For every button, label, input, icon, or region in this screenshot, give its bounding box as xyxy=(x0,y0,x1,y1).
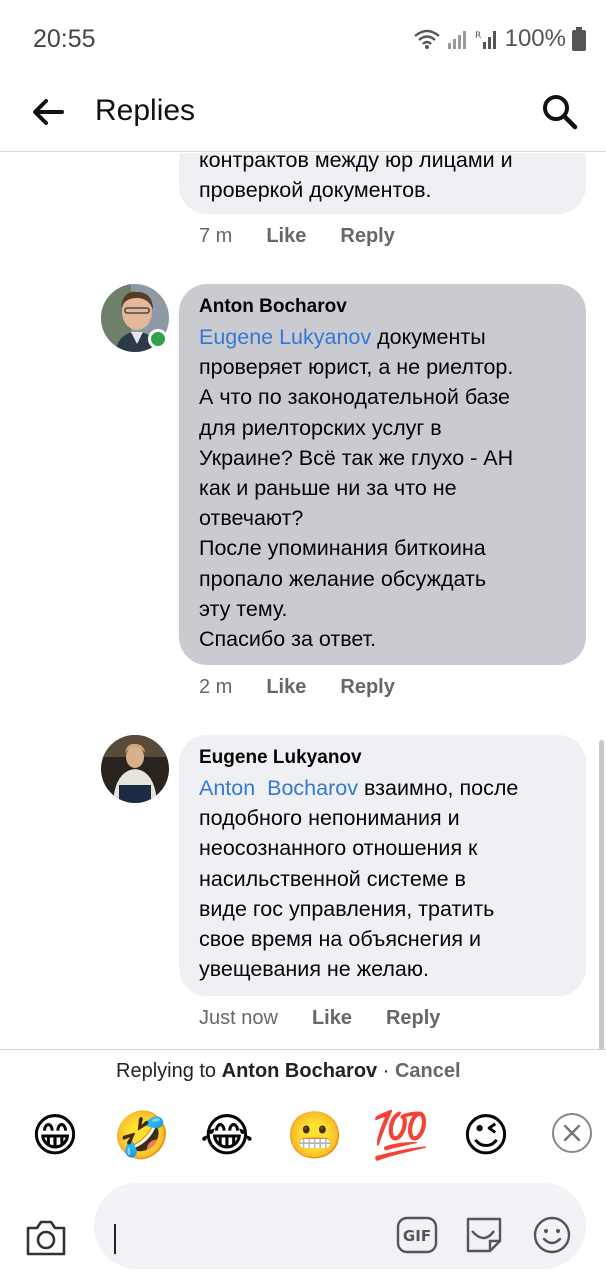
comment-meta: 2 m Like Reply xyxy=(199,676,429,699)
sticker-icon[interactable] xyxy=(462,1213,506,1257)
comment-meta: Just now Like Reply xyxy=(199,1007,474,1030)
like-button[interactable]: Like xyxy=(266,225,306,248)
signal-icon-2: R xyxy=(475,31,496,49)
battery-icon xyxy=(572,27,586,51)
avatar[interactable] xyxy=(101,735,169,803)
back-arrow-icon[interactable] xyxy=(30,94,66,130)
reply-composer: Replying to Anton Bocharov · Cancel 😁 🤣 … xyxy=(0,1049,606,1280)
comment-meta: 7 m Like Reply xyxy=(199,225,429,248)
app-header: Replies xyxy=(0,80,606,152)
comment-time: Just now xyxy=(199,1007,278,1029)
comment-bubble[interactable]: контрактов между юр лицами и проверкой д… xyxy=(179,153,586,214)
svg-text:R: R xyxy=(475,31,481,41)
page-title: Replies xyxy=(95,94,196,127)
close-icon xyxy=(563,1124,581,1142)
mention-link[interactable]: Anton Bocharov xyxy=(199,776,358,800)
signal-icon xyxy=(447,31,466,49)
search-icon[interactable] xyxy=(540,92,578,130)
online-status-dot xyxy=(148,329,168,349)
replying-name: Anton Bocharov xyxy=(221,1060,378,1082)
scrollbar[interactable] xyxy=(599,740,604,1050)
cancel-reply-button[interactable]: Cancel xyxy=(395,1060,461,1082)
comment-body: документы проверяет юрист, а не риелтор.… xyxy=(199,325,514,652)
like-button[interactable]: Like xyxy=(266,676,306,699)
comment-author[interactable]: Anton Bocharov xyxy=(199,294,566,320)
emoji-picker-icon[interactable] xyxy=(532,1215,572,1255)
comment-text: контрактов между юр лицами и проверкой д… xyxy=(199,153,513,203)
comment-text: Eugene Lukyanov документы проверяет юрис… xyxy=(199,322,566,654)
gif-icon[interactable]: GIF xyxy=(396,1216,438,1254)
status-time: 20:55 xyxy=(33,25,96,53)
avatar-photo-eugene xyxy=(101,735,169,803)
comment-text: Anton Bocharov взаимно, после подобного … xyxy=(199,773,566,984)
status-bar: 20:55 R 100% xyxy=(0,0,606,80)
comment-body: взаимно, после подобного непонимания и н… xyxy=(199,776,519,982)
comment-input[interactable] xyxy=(116,1211,376,1251)
comment-input-box[interactable]: GIF xyxy=(94,1183,586,1269)
status-icons: R 100% xyxy=(413,25,586,53)
reply-button[interactable]: Reply xyxy=(386,1007,440,1030)
gif-label: GIF xyxy=(403,1227,431,1245)
battery-text: 100% xyxy=(504,25,566,52)
quick-emoji-rofl[interactable]: 🤣 xyxy=(113,1108,170,1162)
mention-link[interactable]: Eugene Lukyanov xyxy=(199,325,371,349)
comment-time: 2 m xyxy=(199,676,233,698)
quick-emoji-joy[interactable]: 😂 xyxy=(200,1108,254,1162)
quick-emoji-grin[interactable]: 😁 xyxy=(28,1108,82,1162)
comment-author[interactable]: Eugene Lukyanov xyxy=(199,745,566,771)
quick-emoji-grimace[interactable]: 😬 xyxy=(286,1108,343,1162)
replying-to-banner: Replying to Anton Bocharov · Cancel xyxy=(116,1060,461,1083)
comments-feed[interactable]: контрактов между юр лицами и проверкой д… xyxy=(0,153,606,1049)
camera-icon[interactable] xyxy=(24,1218,68,1258)
comment-bubble[interactable]: Eugene Lukyanov Anton Bocharov взаимно, … xyxy=(179,735,586,996)
quick-emoji-hundred[interactable]: 💯 xyxy=(372,1108,429,1162)
comment-time: 7 m xyxy=(199,225,233,247)
close-emoji-bar-button[interactable] xyxy=(552,1113,592,1153)
quick-emoji-wink[interactable]: 😉 xyxy=(459,1108,513,1162)
reply-button[interactable]: Reply xyxy=(340,225,394,248)
comment-bubble[interactable]: Anton Bocharov Eugene Lukyanov документы… xyxy=(179,284,586,665)
replying-prefix: Replying to xyxy=(116,1060,222,1082)
separator: · xyxy=(377,1060,395,1082)
like-button[interactable]: Like xyxy=(312,1007,352,1030)
wifi-icon xyxy=(413,29,440,49)
reply-button[interactable]: Reply xyxy=(340,676,394,699)
